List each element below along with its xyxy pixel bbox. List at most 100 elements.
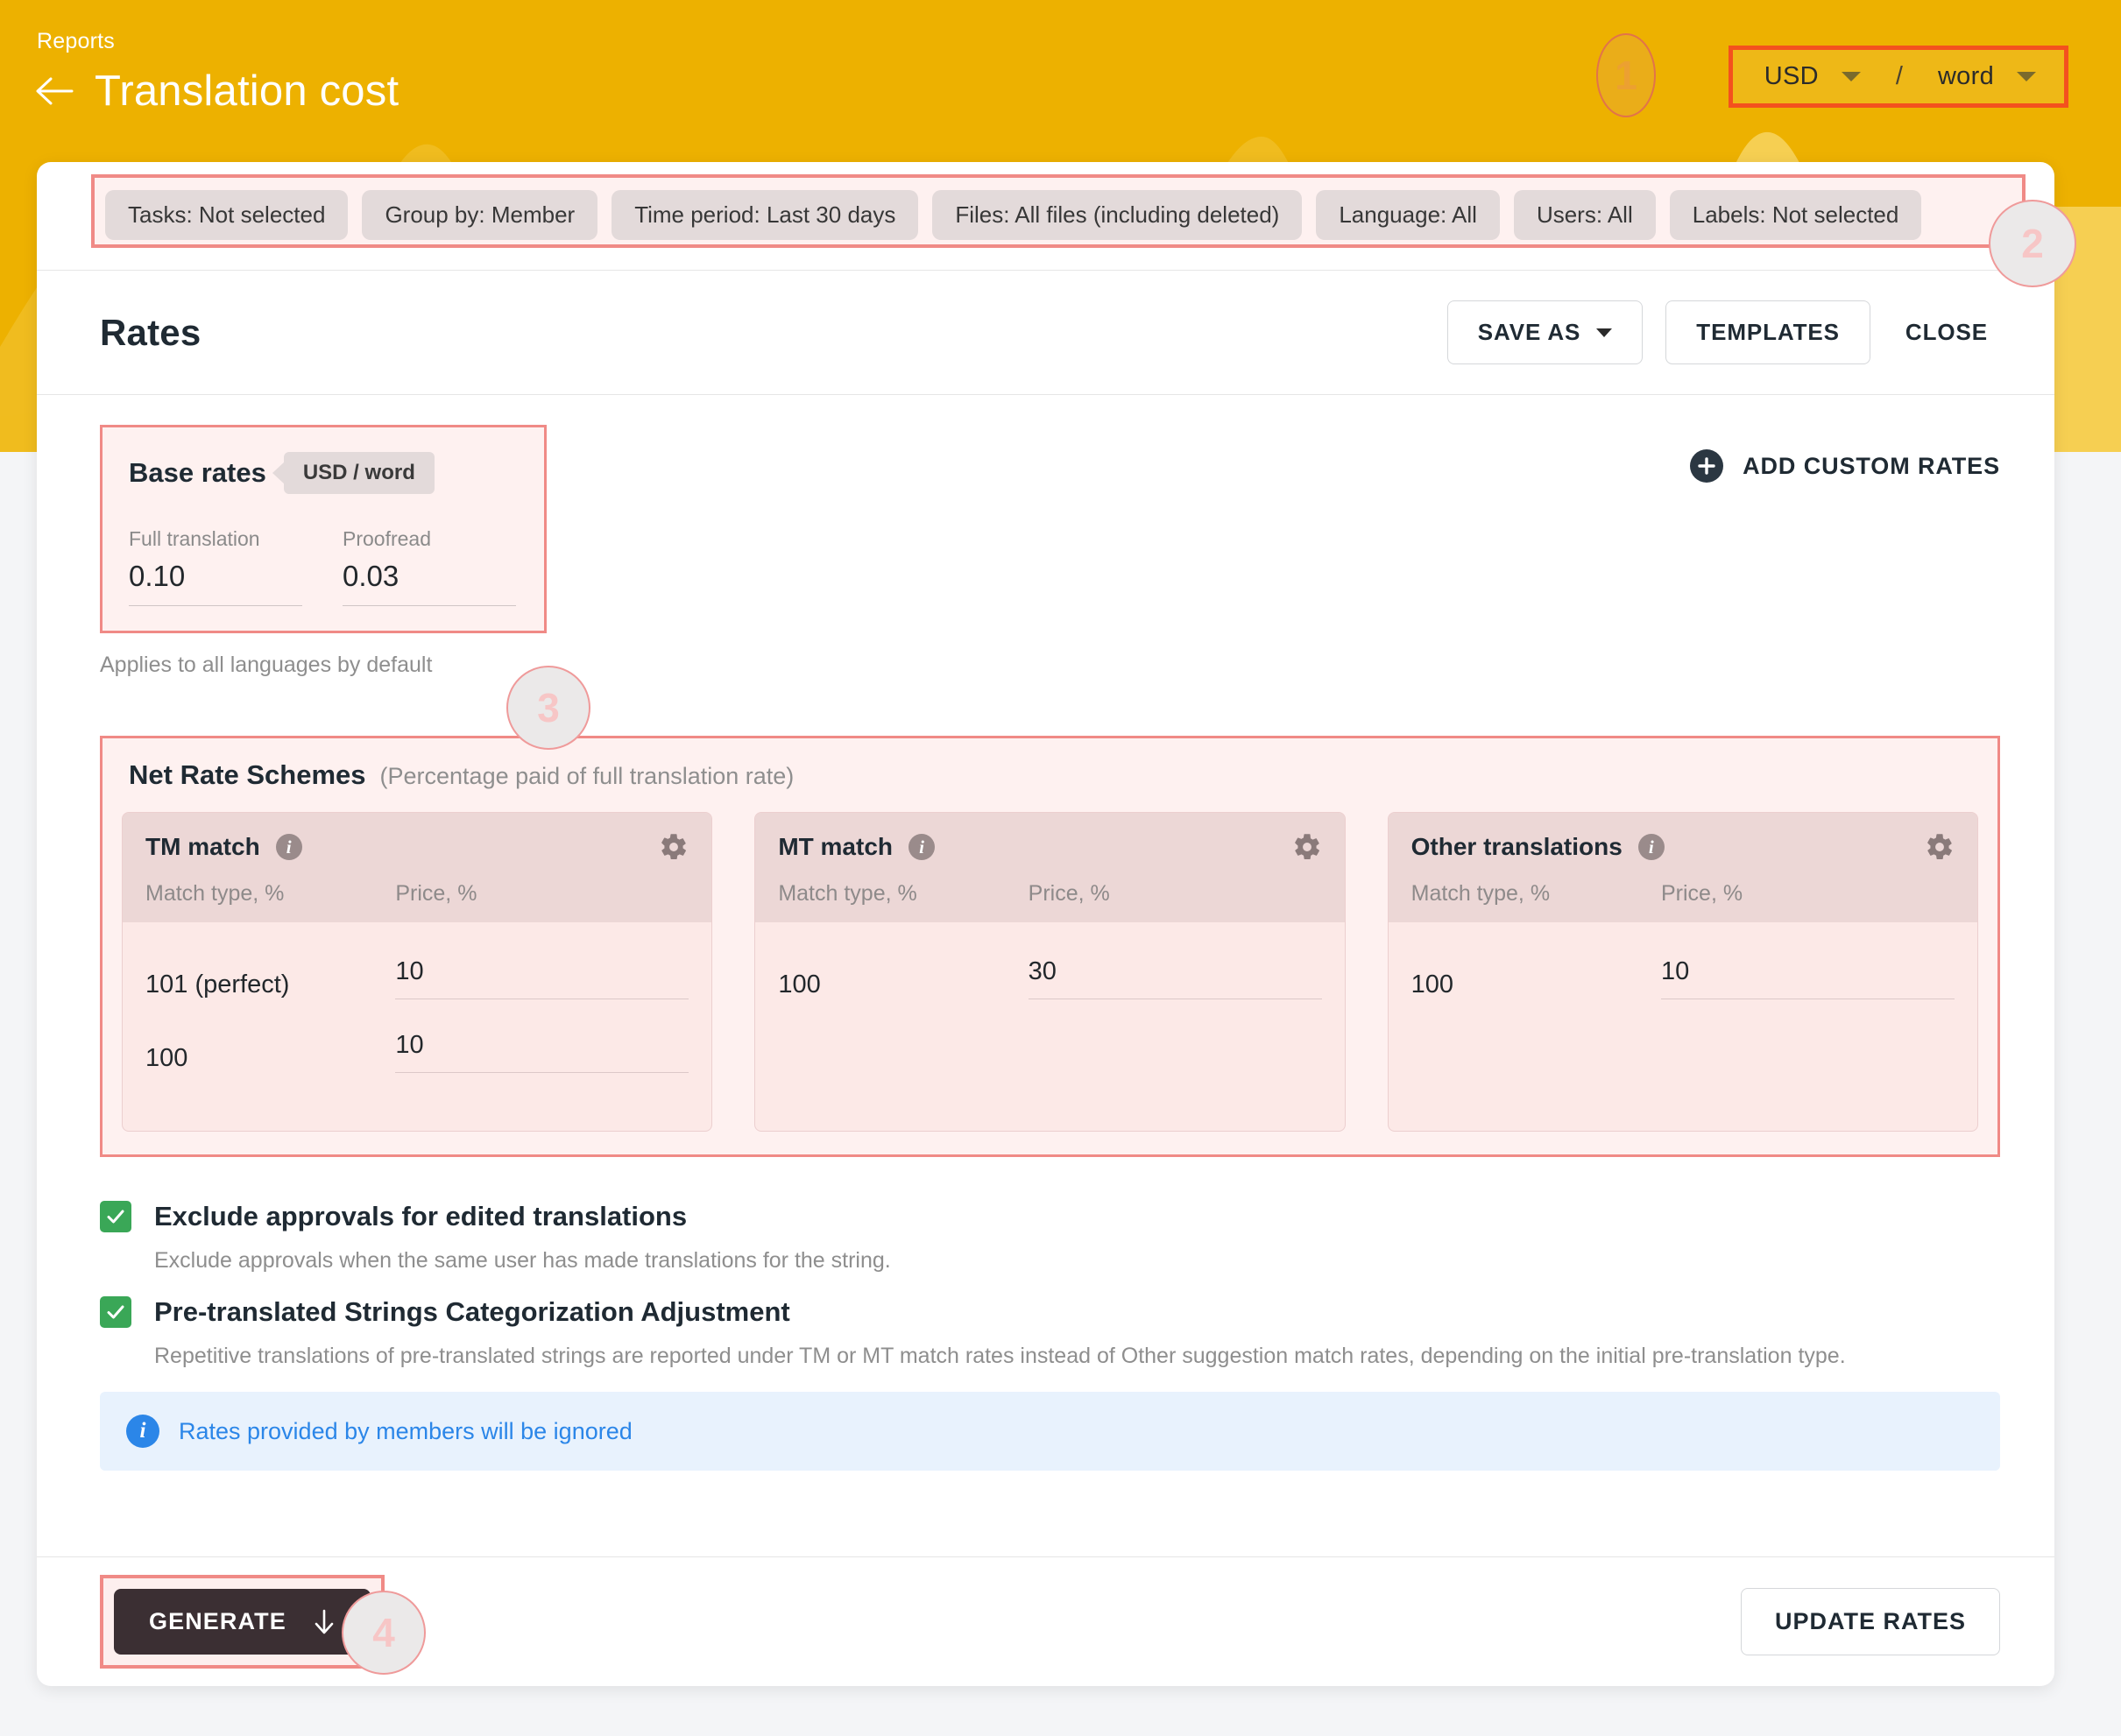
match-type-value: 101 (perfect) — [145, 970, 290, 999]
full-translation-field[interactable]: Full translation 0.10 — [129, 527, 302, 606]
filter-chip-list: Tasks: Not selected Group by: Member Tim… — [37, 181, 2054, 249]
rates-actions: SAVE AS TEMPLATES CLOSE — [1446, 300, 2000, 364]
breadcrumb[interactable]: Reports — [37, 29, 115, 54]
scheme-row: 100 10 — [1411, 957, 1955, 999]
unit-value: word — [1937, 62, 1994, 90]
chevron-down-icon — [2017, 72, 2036, 81]
info-icon[interactable]: i — [275, 834, 302, 860]
match-type-value: 100 — [145, 1044, 188, 1072]
arrow-left-icon[interactable] — [35, 71, 75, 111]
proofread-value[interactable]: 0.03 — [343, 560, 516, 606]
scheme-card-header: MT match i Match type, % Price, % — [755, 813, 1345, 922]
base-rates-title: Base rates — [129, 457, 266, 488]
gear-icon[interactable] — [659, 832, 689, 862]
column-header-price: Price, % — [1028, 881, 1110, 906]
scheme-rows: 100 30 — [755, 922, 1344, 1103]
base-rates-fields: Full translation 0.10 Proofread 0.03 — [129, 527, 518, 606]
scheme-rows: 101 (perfect) 10 100 10 — [123, 922, 711, 1131]
scheme-card-header: TM match i Match type, % Price, % — [123, 813, 712, 922]
close-button[interactable]: CLOSE — [1893, 301, 2000, 363]
filter-chip-labels[interactable]: Labels: Not selected — [1669, 190, 1922, 240]
gear-icon[interactable] — [1292, 832, 1322, 862]
step-badge-4: 4 — [342, 1591, 426, 1675]
full-translation-label: Full translation — [129, 527, 260, 550]
currency-unit-selector[interactable]: USD / word — [1728, 46, 2068, 108]
plus-circle-icon — [1690, 449, 1724, 483]
scheme-rows: 100 10 — [1389, 922, 1977, 1103]
chevron-down-icon — [1596, 328, 1613, 337]
save-as-label: SAVE AS — [1477, 319, 1581, 345]
arrow-down-icon — [313, 1609, 336, 1635]
generate-highlight-outline: GENERATE — [100, 1575, 385, 1669]
filter-chip-tasks[interactable]: Tasks: Not selected — [105, 190, 349, 240]
price-input[interactable]: 10 — [1661, 957, 1955, 999]
pretranslated-description: Repetitive translations of pre-translate… — [154, 1344, 1846, 1368]
filter-chip-time-period[interactable]: Time period: Last 30 days — [612, 190, 919, 240]
generate-label: GENERATE — [149, 1608, 286, 1634]
scheme-title: Other translations — [1410, 833, 1623, 860]
scheme-card-mt-match: MT match i Match type, % Price, % 100 30 — [754, 812, 1346, 1132]
add-custom-rates-label: ADD CUSTOM RATES — [1743, 452, 2000, 479]
column-header-price: Price, % — [1661, 881, 1743, 906]
net-rate-schemes-subtitle: (Percentage paid of full translation rat… — [379, 763, 795, 789]
net-rate-schemes-header: Net Rate Schemes (Percentage paid of ful… — [122, 759, 1978, 791]
price-input[interactable]: 30 — [1028, 957, 1322, 999]
rates-title: Rates — [100, 311, 201, 353]
templates-button[interactable]: TEMPLATES — [1665, 300, 1870, 364]
net-rate-schemes-title: Net Rate Schemes — [129, 759, 366, 790]
step-badge-2: 2 — [1989, 200, 2076, 287]
generate-button[interactable]: GENERATE — [114, 1589, 371, 1655]
add-custom-rates-button[interactable]: ADD CUSTOM RATES — [1690, 425, 2000, 483]
gear-icon[interactable] — [1925, 832, 1955, 862]
scheme-title: MT match — [778, 833, 894, 860]
info-icon[interactable]: i — [908, 834, 936, 860]
price-input[interactable]: 10 — [395, 1031, 689, 1073]
options-section: Exclude approvals for edited translation… — [100, 1157, 2000, 1369]
proofread-label: Proofread — [343, 527, 432, 550]
exclude-approvals-checkbox-row[interactable]: Exclude approvals for edited translation… — [100, 1201, 2000, 1232]
card-footer: GENERATE UPDATE RATES — [37, 1556, 2054, 1686]
unit-dropdown[interactable]: word — [1933, 59, 2041, 95]
title-row: Translation cost — [35, 67, 399, 116]
step-badge-1: 1 — [1596, 33, 1656, 117]
report-settings-card: Tasks: Not selected Group by: Member Tim… — [37, 162, 2054, 1686]
filter-chip-files[interactable]: Files: All files (including deleted) — [932, 190, 1303, 240]
full-translation-value[interactable]: 0.10 — [129, 560, 302, 606]
save-as-button[interactable]: SAVE AS — [1446, 300, 1644, 364]
column-header-price: Price, % — [395, 881, 477, 906]
filter-chip-users[interactable]: Users: All — [1513, 190, 1656, 240]
match-type-value: 100 — [778, 970, 821, 999]
proofread-field[interactable]: Proofread 0.03 — [343, 527, 516, 606]
info-notice: i Rates provided by members will be igno… — [100, 1392, 2000, 1471]
base-rates-unit-tag: USD / word — [283, 452, 435, 494]
chevron-down-icon — [1841, 72, 1861, 81]
base-rates-note: Applies to all languages by default — [100, 653, 433, 677]
filter-chip-language[interactable]: Language: All — [1316, 190, 1500, 240]
scheme-title: TM match — [145, 833, 260, 860]
exclude-approvals-label: Exclude approvals for edited translation… — [154, 1201, 688, 1231]
column-header-match-type: Match type, % — [145, 881, 285, 906]
checkbox-checked-icon[interactable] — [100, 1201, 131, 1232]
scheme-row: 100 30 — [778, 957, 1322, 999]
scheme-card-header: Other translations i Match type, % Price… — [1388, 813, 1977, 922]
update-rates-button[interactable]: UPDATE RATES — [1740, 1588, 2000, 1655]
info-icon: i — [126, 1415, 159, 1448]
price-input[interactable]: 10 — [395, 957, 689, 999]
separator-slash: / — [1895, 62, 1903, 90]
info-icon[interactable]: i — [1637, 834, 1665, 860]
column-header-match-type: Match type, % — [778, 881, 917, 906]
card-body: Base rates USD / word Full translation 0… — [37, 395, 2054, 1471]
scheme-row: 100 10 — [145, 1031, 689, 1073]
currency-dropdown[interactable]: USD — [1759, 59, 1866, 95]
checkbox-checked-icon[interactable] — [100, 1296, 131, 1328]
exclude-approvals-description: Exclude approvals when the same user has… — [154, 1248, 891, 1273]
base-rates-box: Base rates USD / word Full translation 0… — [100, 425, 547, 633]
match-type-value: 100 — [1410, 970, 1454, 999]
pretranslated-label: Pre-translated Strings Categorization Ad… — [154, 1296, 790, 1327]
pretranslated-checkbox-row[interactable]: Pre-translated Strings Categorization Ad… — [100, 1296, 2000, 1328]
scheme-card-other-translations: Other translations i Match type, % Price… — [1387, 812, 1978, 1132]
scheme-row: 101 (perfect) 10 — [145, 957, 689, 999]
currency-value: USD — [1764, 62, 1819, 90]
filter-chip-group-by[interactable]: Group by: Member — [362, 190, 598, 240]
column-header-match-type: Match type, % — [1410, 881, 1551, 906]
